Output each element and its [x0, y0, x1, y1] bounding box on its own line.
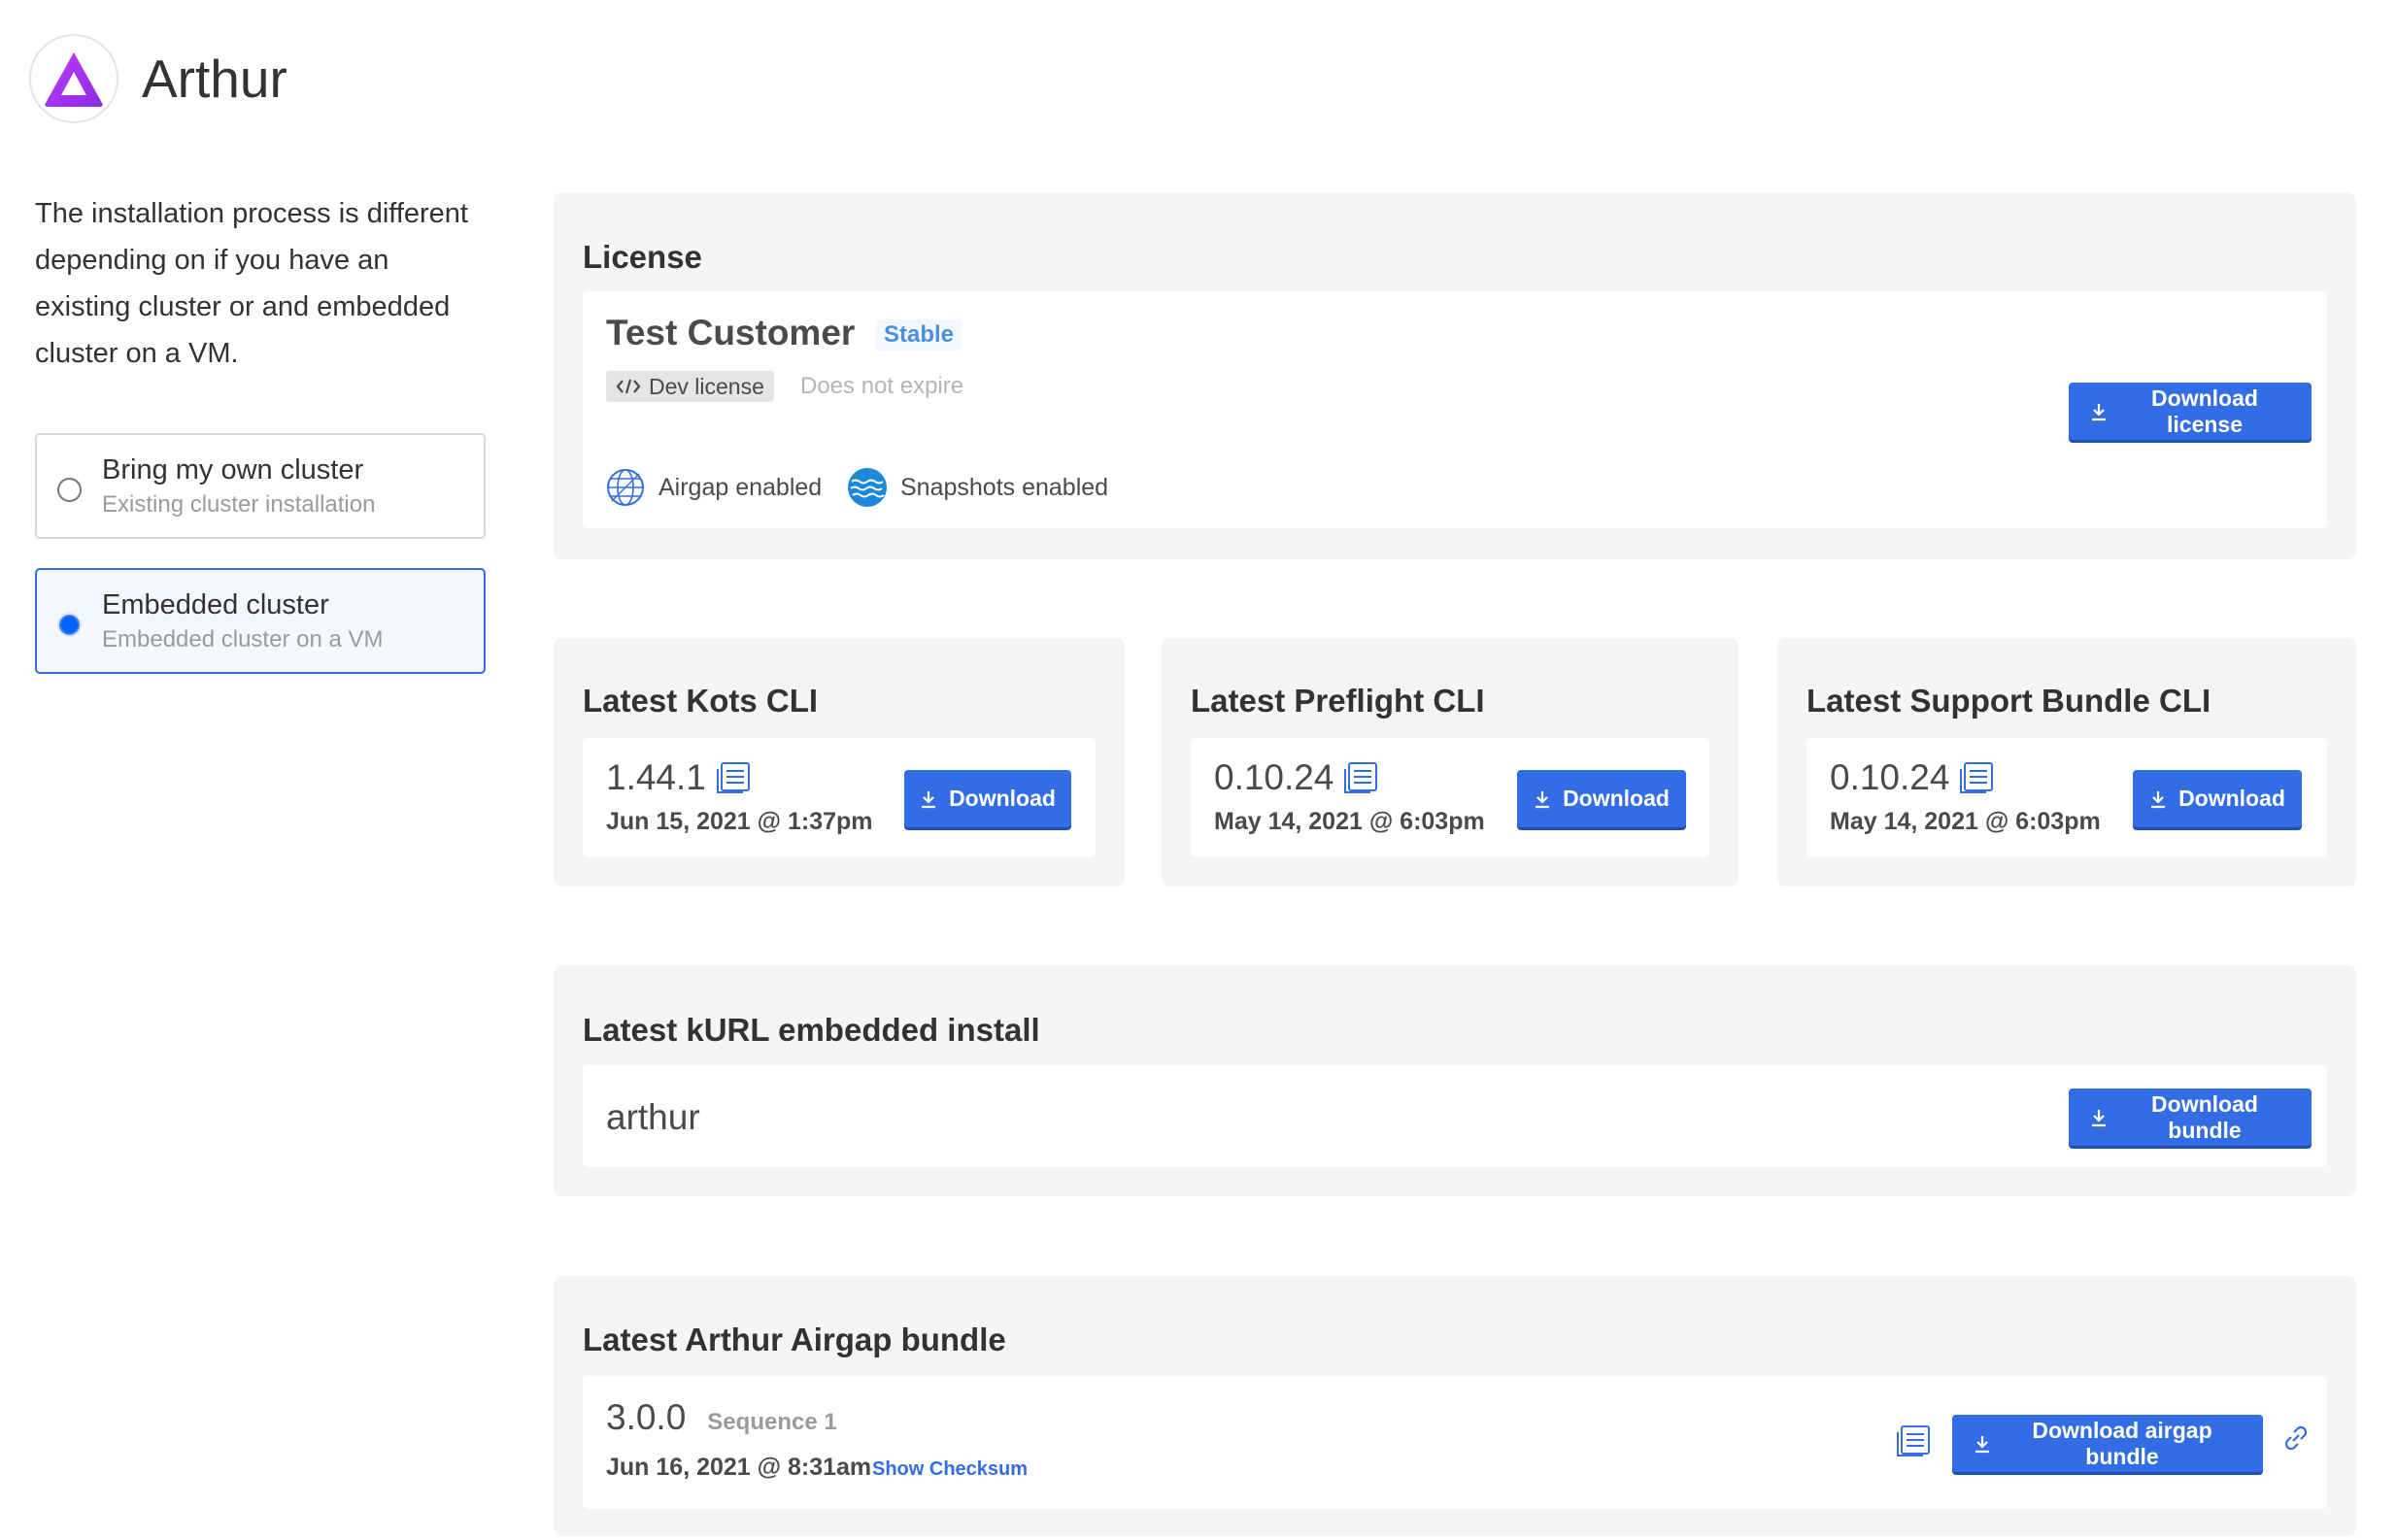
cli-version: 0.10.24 [1214, 757, 1334, 797]
airgap-panel: Latest Arthur Airgap bundle 3.0.0 Sequen… [554, 1276, 2356, 1536]
download-bundle-button[interactable]: Download bundle [2069, 1088, 2312, 1146]
release-notes-icon[interactable] [1959, 761, 1996, 794]
cli-version-row: 0.10.24 [1830, 757, 1996, 798]
license-type-badge: Dev license [606, 371, 774, 402]
option-title: Bring my own cluster [102, 454, 364, 485]
license-card: Test Customer Stable Dev license Does no… [583, 291, 2327, 528]
cli-version-row: 1.44.1 [606, 757, 753, 798]
cli-card: 0.10.24 May 14, 2021 @ 6:03pm Download [1806, 738, 2327, 857]
airgap-card: 3.0.0 Sequence 1 Jun 16, 2021 @ 8:31am S… [583, 1376, 2327, 1509]
feature-label: Airgap enabled [658, 473, 823, 501]
cli-title: Latest Support Bundle CLI [1806, 683, 2211, 719]
radio-selected-icon[interactable] [57, 613, 82, 637]
kurl-card: arthur Download bundle [583, 1065, 2327, 1167]
kots-cli-panel: Latest Kots CLI 1.44.1 Jun 15, 2021 @ 1:… [554, 638, 1125, 887]
button-label: Download [2178, 786, 2285, 811]
globe-icon [606, 468, 645, 507]
download-icon [920, 789, 937, 809]
option-subtitle: Existing cluster installation [102, 491, 376, 518]
release-notes-icon[interactable] [1896, 1424, 1933, 1457]
cli-date: May 14, 2021 @ 6:03pm [1830, 808, 2101, 835]
cli-card: 0.10.24 May 14, 2021 @ 6:03pm Download [1191, 738, 1709, 857]
download-support-bundle-cli-button[interactable]: Download [2133, 770, 2302, 827]
cli-date: Jun 15, 2021 @ 1:37pm [606, 808, 873, 835]
download-icon [2090, 402, 2108, 421]
cli-date: May 14, 2021 @ 6:03pm [1214, 808, 1485, 835]
triangle-logo-icon [29, 34, 118, 123]
download-license-button[interactable]: Download license [2069, 383, 2312, 440]
customer-name: Test Customer [606, 313, 856, 352]
download-preflight-cli-button[interactable]: Download [1517, 770, 1686, 827]
airgap-version: 3.0.0 [606, 1397, 687, 1437]
option-subtitle: Embedded cluster on a VM [102, 626, 384, 653]
waves-icon [848, 468, 887, 507]
download-icon [1534, 789, 1551, 809]
release-notes-icon[interactable] [1343, 761, 1380, 794]
download-icon [2149, 789, 2167, 809]
cli-version: 1.44.1 [606, 757, 706, 797]
cli-title: Latest Preflight CLI [1191, 683, 1485, 719]
license-section-title: License [583, 239, 702, 275]
button-label: Download [949, 786, 1056, 811]
support-bundle-cli-panel: Latest Support Bundle CLI 0.10.24 May 14… [1777, 638, 2356, 887]
button-label: Download airgap bundle [2032, 1417, 2212, 1469]
download-kots-cli-button[interactable]: Download [904, 770, 1071, 827]
airgap-sequence: Sequence 1 [707, 1409, 837, 1435]
kurl-name: arthur [606, 1097, 700, 1137]
download-icon [1974, 1434, 1991, 1454]
button-label: Download bundle [2151, 1090, 2258, 1143]
release-notes-icon[interactable] [716, 761, 753, 794]
cli-version: 0.10.24 [1830, 757, 1950, 797]
preflight-cli-panel: Latest Preflight CLI 0.10.24 May 14, 202… [1162, 638, 1739, 887]
feature-label: Snapshots enabled [900, 473, 1109, 501]
show-checksum-link[interactable]: Show Checksum [872, 1458, 1028, 1481]
cli-card: 1.44.1 Jun 15, 2021 @ 1:37pm Download [583, 738, 1096, 857]
airgap-section-title: Latest Arthur Airgap bundle [583, 1322, 1006, 1357]
option-bring-my-own-cluster[interactable]: Bring my own cluster Existing cluster in… [35, 433, 486, 539]
cli-version-row: 0.10.24 [1214, 757, 1380, 798]
code-icon [616, 378, 641, 395]
button-label: Download license [2151, 385, 2258, 437]
link-icon[interactable] [2280, 1423, 2312, 1454]
radio-unselected-icon[interactable] [57, 478, 82, 502]
kurl-panel: Latest kURL embedded install arthur Down… [554, 965, 2356, 1196]
app-title: Arthur [142, 49, 287, 109]
app-header: Arthur [29, 34, 287, 123]
airgap-version-row: 3.0.0 Sequence 1 [606, 1397, 837, 1438]
license-panel: License Test Customer Stable Dev license… [554, 192, 2356, 559]
feature-snapshots: Snapshots enabled [848, 468, 1108, 507]
option-embedded-cluster[interactable]: Embedded cluster Embedded cluster on a V… [35, 568, 486, 674]
option-title: Embedded cluster [102, 589, 329, 620]
airgap-date: Jun 16, 2021 @ 8:31am [606, 1454, 872, 1481]
button-label: Download [1563, 786, 1670, 811]
download-icon [2090, 1108, 2108, 1127]
sidebar: The installation process is different de… [35, 190, 487, 674]
kurl-section-title: Latest kURL embedded install [583, 1012, 1040, 1048]
download-airgap-bundle-button[interactable]: Download airgap bundle [1952, 1415, 2263, 1472]
channel-badge: Stable [876, 319, 962, 351]
sidebar-description: The installation process is different de… [35, 198, 468, 369]
license-type: Dev license [649, 373, 764, 399]
license-expiry: Does not expire [800, 373, 964, 399]
feature-airgap: Airgap enabled [606, 468, 822, 507]
cli-title: Latest Kots CLI [583, 683, 819, 719]
